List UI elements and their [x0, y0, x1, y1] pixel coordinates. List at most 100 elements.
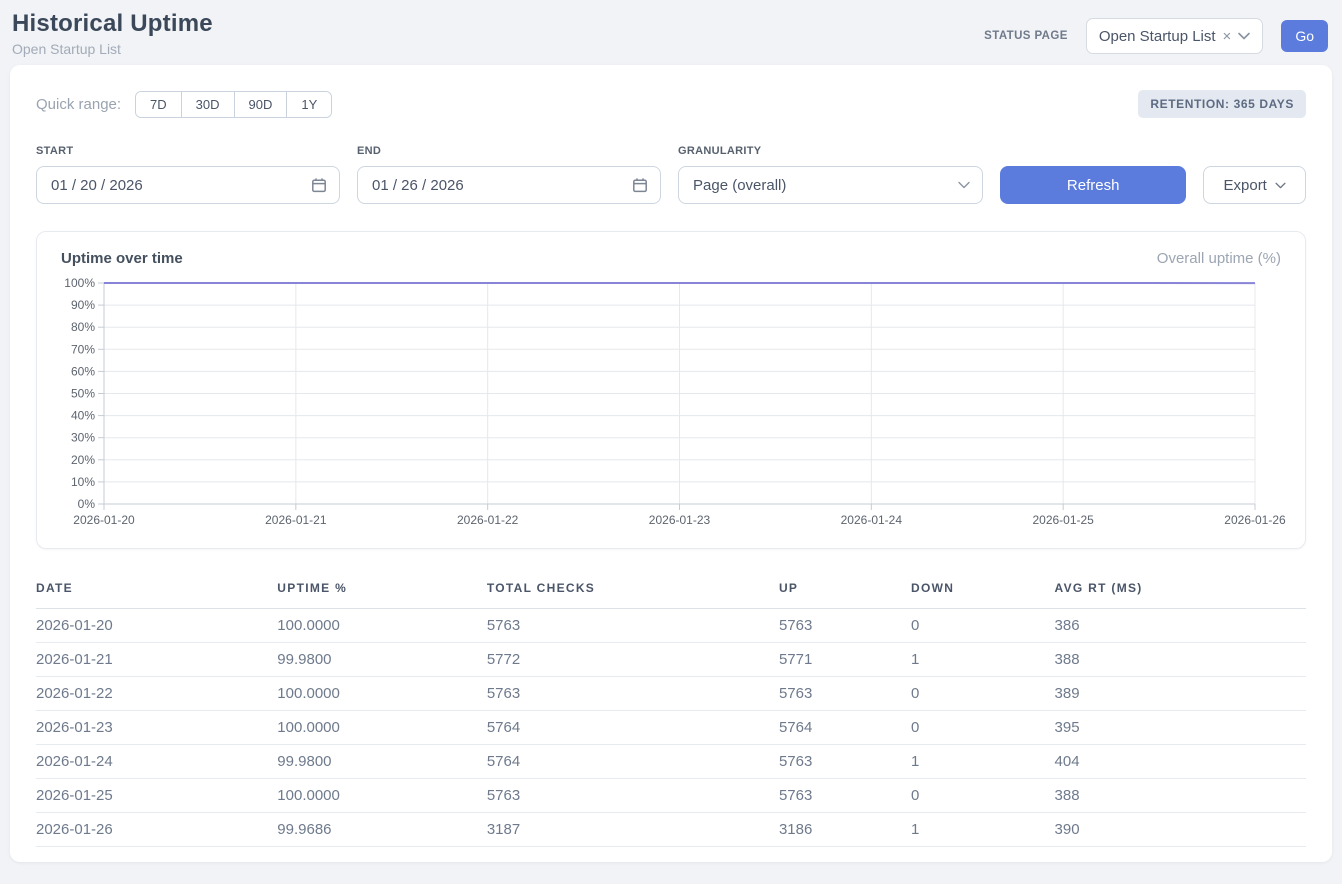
table-cell: 2026-01-20 [36, 609, 277, 643]
table-cell: 5771 [779, 643, 911, 677]
table-cell: 5772 [487, 643, 779, 677]
table-cell: 5763 [779, 609, 911, 643]
uptime-table: DATEUPTIME %TOTAL CHECKSUPDOWNAVG RT (MS… [36, 573, 1306, 847]
quick-range-group: 7D30D90D1Y [135, 91, 332, 118]
table-cell: 2026-01-22 [36, 677, 277, 711]
svg-text:50%: 50% [71, 387, 95, 401]
table-row: 2026-01-25100.0000576357630388 [36, 779, 1306, 813]
table-row: 2026-01-2699.9686318731861390 [36, 813, 1306, 847]
svg-text:2026-01-20: 2026-01-20 [73, 513, 135, 527]
table-cell: 99.9800 [277, 745, 487, 779]
table-row: 2026-01-2499.9800576457631404 [36, 745, 1306, 779]
column-header: DATE [36, 573, 277, 609]
end-date-value: 01 / 26 / 2026 [372, 177, 464, 194]
column-header: UP [779, 573, 911, 609]
table-cell: 2026-01-23 [36, 711, 277, 745]
end-date-label: END [357, 145, 661, 157]
granularity-select[interactable]: Page (overall) [678, 166, 983, 204]
start-date-field: START 01 / 20 / 2026 [36, 145, 340, 204]
svg-text:90%: 90% [71, 298, 95, 312]
granularity-label: GRANULARITY [678, 145, 983, 157]
svg-text:30%: 30% [71, 431, 95, 445]
svg-text:60%: 60% [71, 364, 95, 378]
svg-text:20%: 20% [71, 453, 95, 467]
chevron-down-icon [1238, 32, 1250, 40]
quick-range-7d[interactable]: 7D [136, 92, 182, 117]
table-cell: 1 [911, 813, 1055, 847]
granularity-field: GRANULARITY Page (overall) [678, 145, 983, 204]
chart-header: Uptime over time Overall uptime (%) [61, 250, 1281, 267]
export-button[interactable]: Export [1203, 166, 1306, 204]
table-cell: 5763 [779, 677, 911, 711]
chart-card: Uptime over time Overall uptime (%) 0% 10… [36, 231, 1306, 549]
start-date-value: 01 / 20 / 2026 [51, 177, 143, 194]
page-heading-block: Historical Uptime Open Startup List [12, 10, 213, 57]
table-row: 2026-01-23100.0000576457640395 [36, 711, 1306, 745]
end-date-field: END 01 / 26 / 2026 [357, 145, 661, 204]
refresh-button[interactable]: Refresh [1000, 166, 1186, 204]
table-cell: 5764 [487, 745, 779, 779]
quick-range-1y[interactable]: 1Y [287, 92, 331, 117]
table-cell: 100.0000 [277, 609, 487, 643]
start-date-input[interactable]: 01 / 20 / 2026 [36, 166, 340, 204]
svg-text:2026-01-26: 2026-01-26 [1224, 513, 1286, 527]
chart-legend: Overall uptime (%) [1157, 250, 1281, 267]
column-header: TOTAL CHECKS [487, 573, 779, 609]
svg-text:80%: 80% [71, 320, 95, 334]
table-cell: 5763 [487, 779, 779, 813]
table-cell: 404 [1055, 745, 1306, 779]
granularity-value: Page (overall) [693, 177, 786, 194]
page-title: Historical Uptime [12, 10, 213, 38]
table-cell: 5763 [487, 609, 779, 643]
quick-range-label: Quick range: [36, 96, 121, 113]
page-subtitle: Open Startup List [12, 41, 213, 57]
start-date-label: START [36, 145, 340, 157]
table-cell: 1 [911, 643, 1055, 677]
table-header: DATEUPTIME %TOTAL CHECKSUPDOWNAVG RT (MS… [36, 573, 1306, 609]
table-cell: 100.0000 [277, 711, 487, 745]
status-page-label: STATUS PAGE [984, 30, 1068, 42]
table-cell: 0 [911, 711, 1055, 745]
column-header: DOWN [911, 573, 1055, 609]
table-cell: 388 [1055, 779, 1306, 813]
quick-range-row: Quick range: 7D30D90D1Y RETENTION: 365 D… [36, 90, 1306, 118]
quick-range-90d[interactable]: 90D [235, 92, 288, 117]
table-cell: 3187 [487, 813, 779, 847]
table-cell: 388 [1055, 643, 1306, 677]
table-cell: 5764 [779, 711, 911, 745]
end-date-input[interactable]: 01 / 26 / 2026 [357, 166, 661, 204]
table-row: 2026-01-2199.9800577257711388 [36, 643, 1306, 677]
table-cell: 5764 [487, 711, 779, 745]
svg-text:0%: 0% [78, 497, 96, 511]
status-page-select-value: Open Startup List [1099, 28, 1216, 45]
main-card: Quick range: 7D30D90D1Y RETENTION: 365 D… [10, 65, 1332, 862]
table-cell: 99.9686 [277, 813, 487, 847]
chart-title: Uptime over time [61, 250, 183, 267]
table-cell: 100.0000 [277, 779, 487, 813]
status-page-select[interactable]: Open Startup List × [1086, 18, 1264, 54]
svg-text:40%: 40% [71, 409, 95, 423]
table-cell: 3186 [779, 813, 911, 847]
table-row: 2026-01-22100.0000576357630389 [36, 677, 1306, 711]
svg-text:10%: 10% [71, 475, 95, 489]
column-header: UPTIME % [277, 573, 487, 609]
quick-range-30d[interactable]: 30D [182, 92, 235, 117]
clear-icon[interactable]: × [1223, 29, 1232, 44]
calendar-icon[interactable] [632, 177, 648, 193]
calendar-icon[interactable] [311, 177, 327, 193]
uptime-chart: 0%10%20%30%40%50%60%70%80%90%100%2026-01… [61, 275, 1281, 538]
table-cell: 0 [911, 677, 1055, 711]
retention-badge: RETENTION: 365 DAYS [1138, 90, 1306, 118]
svg-text:2026-01-21: 2026-01-21 [265, 513, 327, 527]
svg-text:2026-01-24: 2026-01-24 [841, 513, 903, 527]
filters-row: START 01 / 20 / 2026 END 01 / 26 / 2026 … [36, 145, 1306, 204]
column-header: AVG RT (MS) [1055, 573, 1306, 609]
svg-text:2026-01-22: 2026-01-22 [457, 513, 519, 527]
uptime-line-chart: 0%10%20%30%40%50%60%70%80%90%100%2026-01… [61, 275, 1287, 533]
go-button[interactable]: Go [1281, 20, 1328, 52]
page-header: Historical Uptime Open Startup List STAT… [0, 0, 1342, 65]
table-cell: 0 [911, 609, 1055, 643]
table-cell: 0 [911, 779, 1055, 813]
svg-text:2026-01-23: 2026-01-23 [649, 513, 711, 527]
quick-range-block: Quick range: 7D30D90D1Y [36, 91, 332, 118]
